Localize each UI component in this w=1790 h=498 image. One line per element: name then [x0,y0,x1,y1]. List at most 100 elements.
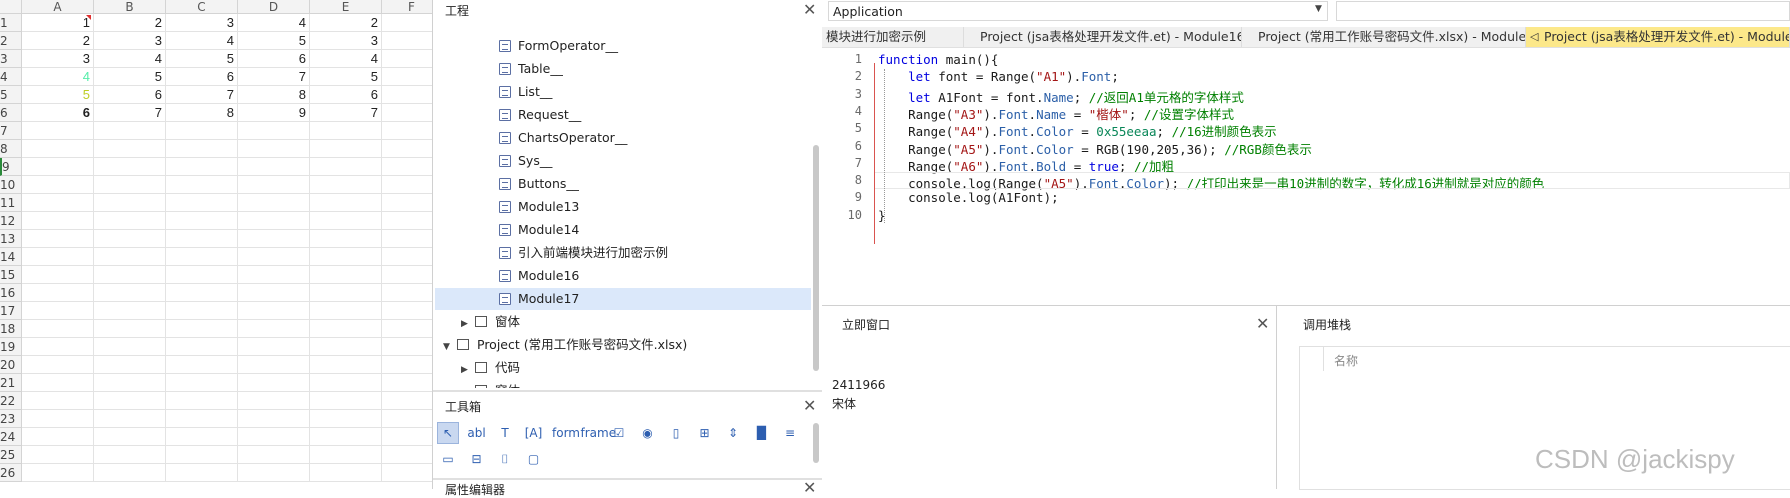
sheet-cell[interactable] [382,122,432,140]
sheet-cell[interactable] [94,176,166,194]
code-area[interactable]: 1 function main(){2 let font = Range("A1"… [822,50,1790,250]
sheet-cell[interactable] [94,302,166,320]
sheet-cell[interactable] [166,158,238,176]
sheet-cell[interactable]: 6 [22,104,94,122]
sheet-cell[interactable] [94,230,166,248]
row-header[interactable]: 13 [0,230,22,248]
sheet-cell[interactable] [166,230,238,248]
tree-item-module16[interactable]: Module16 [499,265,579,287]
row-header[interactable]: 15 [0,266,22,284]
toolbox-tool-icon[interactable]: ▯ [665,422,687,444]
sheet-cell[interactable] [94,320,166,338]
sheet-cell[interactable] [94,446,166,464]
sheet-cell[interactable] [238,194,310,212]
sheet-cell[interactable] [22,194,94,212]
sheet-cell[interactable] [310,446,382,464]
sheet-cell[interactable] [382,284,432,302]
row-header[interactable]: 11 [0,194,22,212]
sheet-cell[interactable] [238,140,310,158]
sheet-cell[interactable] [238,410,310,428]
sheet-cell[interactable] [382,140,432,158]
tab-encryption-example[interactable]: 模块进行加密示例 [822,27,964,47]
sheet-cell[interactable] [238,230,310,248]
sheet-cell[interactable] [310,410,382,428]
sheet-cell[interactable] [94,428,166,446]
sheet-cell[interactable] [166,194,238,212]
sheet-cell[interactable] [94,122,166,140]
close-immediate-window-icon[interactable]: ✕ [1256,314,1269,333]
sheet-cell[interactable] [166,140,238,158]
sheet-cell[interactable] [382,410,432,428]
row-header[interactable]: 2 [0,32,22,50]
sheet-cell[interactable] [238,320,310,338]
sheet-cell[interactable] [94,464,166,482]
sheet-cell[interactable] [382,266,432,284]
sheet-cell[interactable] [94,140,166,158]
sheet-cell[interactable] [238,374,310,392]
sheet-cell[interactable] [166,302,238,320]
sheet-cell[interactable] [94,266,166,284]
tree-item-table[interactable]: Table__ [499,58,563,80]
sheet-cell[interactable] [310,122,382,140]
sheet-cell[interactable]: 2 [94,14,166,32]
sheet-cell[interactable] [310,392,382,410]
tree-item-forms-folder[interactable]: ▶ 窗体 [461,311,520,333]
sheet-cell[interactable] [382,68,432,86]
column-header-b[interactable]: B [94,0,166,14]
sheet-cell[interactable] [310,248,382,266]
sheet-cell[interactable] [382,464,432,482]
sheet-cell[interactable] [382,14,432,32]
sheet-cell[interactable] [22,284,94,302]
tree-item-chartsoperator[interactable]: ChartsOperator__ [499,127,627,149]
sheet-cell[interactable] [382,428,432,446]
sheet-cell[interactable]: 4 [94,50,166,68]
sheet-cell[interactable] [22,356,94,374]
sheet-cell[interactable] [382,248,432,266]
toolbox-tool-icon[interactable]: ⇕ [722,422,744,444]
toolbox-tool-icon[interactable]: ☑ [608,422,630,444]
sheet-cell[interactable] [166,176,238,194]
sheet-cell[interactable] [382,194,432,212]
tree-item-code-folder[interactable]: ▶ 代码 [461,357,520,379]
close-property-editor-icon[interactable]: ✕ [803,478,816,497]
tree-item-forms-folder-2[interactable]: 窗体 [461,380,520,388]
sheet-cell[interactable] [382,374,432,392]
sheet-cell[interactable] [382,320,432,338]
sheet-cell[interactable]: 5 [94,68,166,86]
row-header[interactable]: 19 [0,338,22,356]
row-header[interactable]: 1 [0,14,22,32]
sheet-cell[interactable]: 4 [166,32,238,50]
sheet-cell[interactable] [22,428,94,446]
sheet-cell[interactable]: 5 [310,68,382,86]
close-project-panel-icon[interactable]: ✕ [803,0,816,19]
sheet-cell[interactable] [310,320,382,338]
sheet-cell[interactable]: 8 [238,86,310,104]
sheet-cell[interactable]: 4 [238,14,310,32]
sheet-cell[interactable] [22,176,94,194]
sheet-cell[interactable] [382,104,432,122]
sheet-cell[interactable] [310,230,382,248]
sheet-cell[interactable]: 7 [94,104,166,122]
sheet-cell[interactable] [166,428,238,446]
sheet-cell[interactable] [238,248,310,266]
tree-item-formoperator[interactable]: FormOperator__ [499,35,618,57]
sheet-cell[interactable] [22,320,94,338]
sheet-cell[interactable] [22,338,94,356]
sheet-cell[interactable] [166,392,238,410]
sheet-cell[interactable] [382,356,432,374]
code-line[interactable]: function main(){ [878,52,998,67]
procedure-select[interactable] [1336,1,1790,21]
sheet-cell[interactable] [22,230,94,248]
sheet-cell[interactable] [166,320,238,338]
collapse-arrow-icon[interactable]: ▼ [443,336,457,358]
sheet-cell[interactable] [22,446,94,464]
sheet-cell[interactable]: 5 [22,86,94,104]
sheet-cell[interactable] [310,158,382,176]
sheet-cell[interactable] [238,392,310,410]
sheet-cell[interactable] [382,338,432,356]
row-header[interactable]: 10 [0,176,22,194]
sheet-cell[interactable]: 8 [166,104,238,122]
toolbox-tool-icon[interactable]: ▢ [523,448,545,470]
toolbox-tool-icon[interactable]: ⌷ [494,448,516,470]
sheet-cell[interactable] [238,212,310,230]
